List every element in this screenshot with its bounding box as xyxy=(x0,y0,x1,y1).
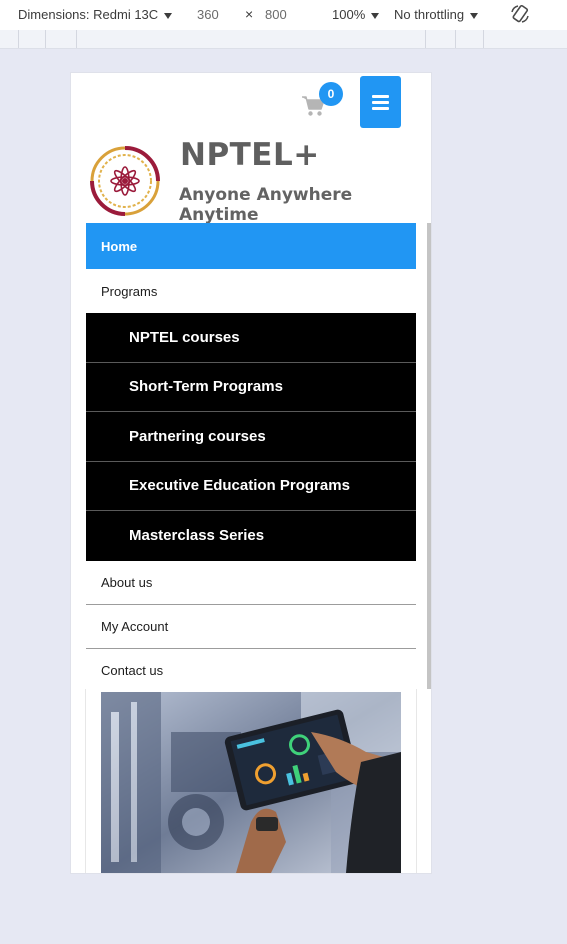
main-nav-menu: Home Programs NPTEL courses Short-Term P… xyxy=(86,223,416,693)
dimensions-select[interactable]: Dimensions: Redmi 13C xyxy=(18,7,173,22)
nav-item-contact[interactable]: Contact us xyxy=(86,648,416,693)
devtools-device-toolbar: Dimensions: Redmi 13C 360 × 800 100% No … xyxy=(0,0,567,31)
menu-scrollbar[interactable] xyxy=(427,223,431,689)
nptel-logo[interactable] xyxy=(89,145,161,217)
dimensions-label: Dimensions: Redmi 13C xyxy=(18,7,159,22)
nav-item-about[interactable]: About us xyxy=(86,560,416,605)
caret-down-icon xyxy=(470,12,479,19)
caret-down-icon xyxy=(371,12,380,19)
brand-tagline: Anyone Anywhere Anytime xyxy=(179,185,353,225)
caret-down-icon xyxy=(164,12,173,19)
submenu-item-nptel-courses[interactable]: NPTEL courses xyxy=(86,313,416,363)
hero-image xyxy=(101,692,401,873)
submenu-item-executive-education[interactable]: Executive Education Programs xyxy=(86,461,416,511)
zoom-select[interactable]: 100% xyxy=(332,7,380,22)
hamburger-icon xyxy=(372,92,389,113)
throttling-label: No throttling xyxy=(394,7,465,22)
width-input[interactable]: 360 xyxy=(197,7,219,22)
height-input[interactable]: 800 xyxy=(265,7,287,22)
nav-item-programs[interactable]: Programs xyxy=(86,269,416,313)
content-border-left xyxy=(85,689,86,873)
device-viewport: 0 NPTEL+ Anyone Anywhere Anytime Home Pr… xyxy=(71,73,431,873)
submenu-item-masterclass-series[interactable]: Masterclass Series xyxy=(86,511,416,561)
nav-item-home[interactable]: Home xyxy=(86,223,416,269)
nav-item-my-account[interactable]: My Account xyxy=(86,604,416,649)
media-query-ruler xyxy=(0,30,567,49)
zoom-label: 100% xyxy=(332,7,366,22)
submenu-item-short-term-programs[interactable]: Short-Term Programs xyxy=(86,362,416,412)
brand-name[interactable]: NPTEL+ xyxy=(180,137,320,173)
content-border-right xyxy=(416,689,417,873)
menu-toggle-button[interactable] xyxy=(360,76,401,128)
dimension-separator: × xyxy=(245,6,254,22)
programs-submenu: NPTEL courses Short-Term Programs Partne… xyxy=(86,313,416,561)
rotate-device-icon[interactable] xyxy=(509,3,531,25)
throttling-select[interactable]: No throttling xyxy=(394,7,479,22)
submenu-item-partnering-courses[interactable]: Partnering courses xyxy=(86,412,416,462)
cart-count-badge: 0 xyxy=(319,82,343,106)
